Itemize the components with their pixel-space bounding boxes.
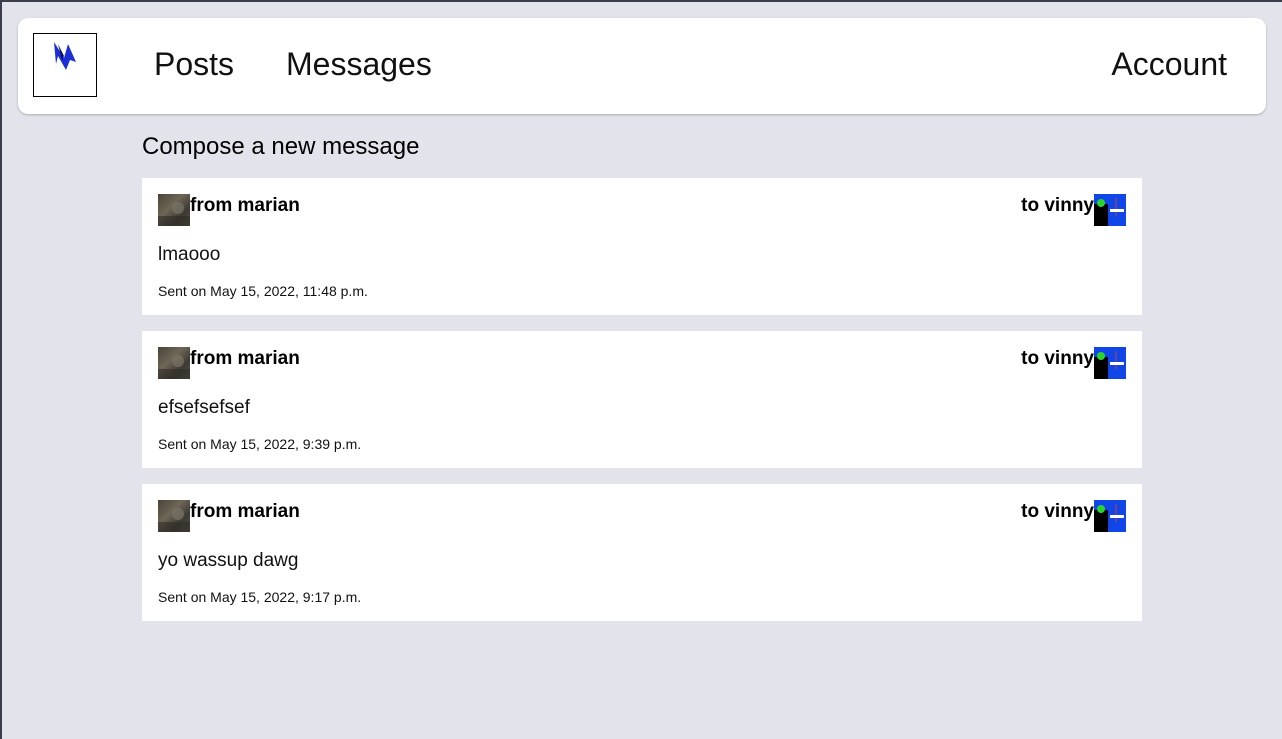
message-timestamp: Sent on May 15, 2022, 11:48 p.m. bbox=[158, 283, 368, 299]
site-logo[interactable] bbox=[33, 33, 97, 97]
nav-posts-link[interactable]: Posts bbox=[154, 44, 234, 84]
message-list: from marian to vinny lmaooo Sent on May … bbox=[142, 178, 1142, 637]
recipient-name[interactable]: to vinny bbox=[1021, 195, 1094, 217]
message-body: yo wassup dawg bbox=[158, 550, 299, 571]
nav-messages-link[interactable]: Messages bbox=[286, 44, 432, 84]
lightning-bolt-logo-icon bbox=[54, 42, 76, 70]
message-card: from marian to vinny lmaooo Sent on May … bbox=[142, 178, 1142, 315]
message-timestamp: Sent on May 15, 2022, 9:39 p.m. bbox=[158, 436, 362, 452]
sender-avatar[interactable] bbox=[158, 347, 190, 379]
top-navbar: Posts Messages Account bbox=[18, 18, 1266, 114]
nav-account-link[interactable]: Account bbox=[1111, 44, 1227, 84]
recipient-name[interactable]: to vinny bbox=[1021, 501, 1094, 523]
message-timestamp: Sent on May 15, 2022, 9:17 p.m. bbox=[158, 589, 362, 605]
message-card: from marian to vinny efsefsefsef Sent on… bbox=[142, 331, 1142, 468]
recipient-avatar[interactable] bbox=[1094, 500, 1126, 532]
recipient-name[interactable]: to vinny bbox=[1021, 348, 1094, 370]
sender-name[interactable]: from marian bbox=[190, 348, 300, 370]
sender-avatar[interactable] bbox=[158, 194, 190, 226]
message-body: lmaooo bbox=[158, 244, 221, 265]
compose-message-link[interactable]: Compose a new message bbox=[142, 132, 419, 162]
recipient-avatar[interactable] bbox=[1094, 194, 1126, 226]
sender-avatar[interactable] bbox=[158, 500, 190, 532]
recipient-avatar[interactable] bbox=[1094, 347, 1126, 379]
sender-name[interactable]: from marian bbox=[190, 195, 300, 217]
message-body: efsefsefsef bbox=[158, 397, 250, 418]
message-card: from marian to vinny yo wassup dawg Sent… bbox=[142, 484, 1142, 621]
sender-name[interactable]: from marian bbox=[190, 501, 300, 523]
